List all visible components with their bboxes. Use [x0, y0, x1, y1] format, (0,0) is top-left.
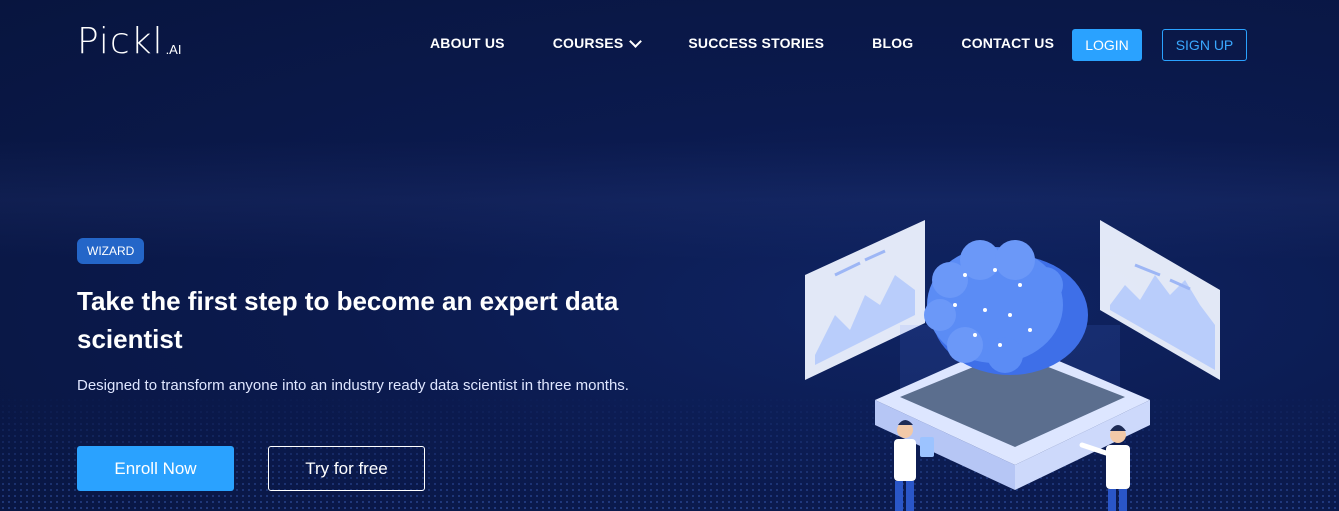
nav-blog-label: BLOG — [872, 35, 914, 51]
nav-blog[interactable]: BLOG — [872, 35, 913, 51]
chevron-down-icon — [629, 34, 643, 48]
main-nav: ABOUT US COURSES SUCCESS STORIES BLOG CO… — [430, 34, 1102, 51]
ai-brain-illustration — [805, 220, 1220, 511]
hero-subline: Designed to transform anyone into an ind… — [77, 377, 629, 394]
logo-name: Pickl — [77, 21, 164, 62]
nav-contact-us-label: CONTACT US — [961, 35, 1055, 51]
login-button[interactable]: LOGIN — [1072, 29, 1142, 61]
logo[interactable]: Pickl .AI — [77, 24, 181, 60]
wizard-badge: WIZARD — [77, 238, 145, 264]
nav-courses[interactable]: COURSES — [552, 34, 643, 51]
enroll-now-button[interactable]: Enroll Now — [77, 446, 234, 491]
nav-success-stories[interactable]: SUCCESS STORIES — [688, 35, 824, 51]
nav-contact-us[interactable]: CONTACT US — [961, 35, 1054, 51]
nav-success-stories-label: SUCCESS STORIES — [688, 35, 825, 51]
signup-button[interactable]: SIGN UP — [1162, 29, 1247, 61]
logo-suffix: .AI — [165, 42, 182, 57]
nav-about-us-label: ABOUT US — [430, 35, 505, 51]
nav-courses-label: COURSES — [552, 35, 624, 51]
try-for-free-button[interactable]: Try for free — [268, 446, 425, 491]
hero-headline: Take the first step to become an expert … — [77, 286, 619, 354]
nav-about-us[interactable]: ABOUT US — [430, 35, 505, 51]
